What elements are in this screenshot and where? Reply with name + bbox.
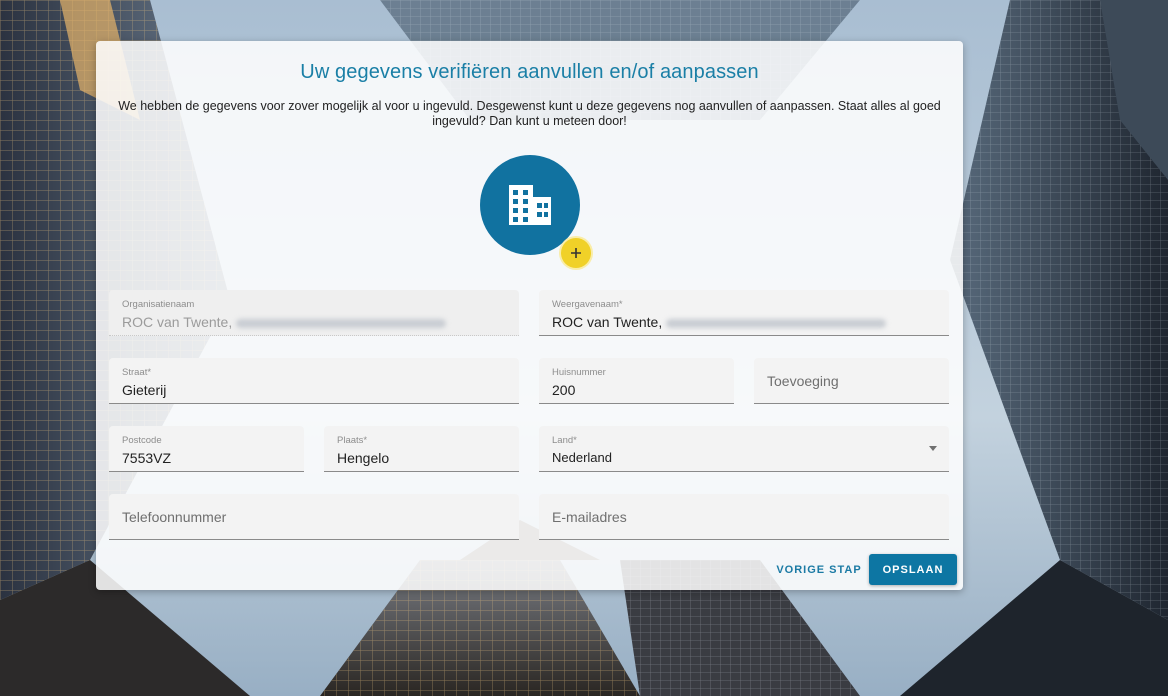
telefoonnummer-field[interactable]: Telefoonnummer [109, 494, 519, 540]
weergavenaam-field[interactable]: Weergavenaam* ROC van Twente, [539, 290, 949, 336]
redacted-text [666, 318, 887, 328]
intro-text: We hebben de gegevens voor zover mogelij… [118, 99, 941, 128]
organisatienaam-field: Organisatienaam ROC van Twente, [109, 290, 519, 336]
toevoeging-field[interactable]: Toevoeging [754, 358, 949, 404]
telefoonnummer-placeholder: Telefoonnummer [122, 509, 227, 525]
organisatienaam-value: ROC van Twente, [122, 314, 233, 330]
redacted-text [236, 318, 447, 328]
verification-card: Uw gegevens verifiëren aanvullen en/of a… [96, 41, 963, 590]
organisatienaam-label: Organisatienaam [122, 299, 195, 310]
plaats-value: Hengelo [337, 450, 390, 466]
organisatienaam-value-wrapper: ROC van Twente, [122, 314, 447, 330]
plaats-label: Plaats* [337, 435, 368, 446]
postcode-value: 7553VZ [122, 450, 172, 466]
save-button[interactable]: OPSLAAN [869, 554, 957, 585]
add-logo-button[interactable] [559, 236, 593, 270]
emailadres-placeholder: E-mailadres [552, 509, 627, 525]
plus-icon [571, 248, 581, 258]
straat-label: Straat* [122, 367, 152, 378]
page-title: Uw gegevens verifiëren aanvullen en/of a… [300, 61, 759, 83]
weergavenaam-value-wrapper: ROC van Twente, [552, 314, 887, 330]
straat-field[interactable]: Straat* Gieterij [109, 358, 519, 404]
land-label: Land* [552, 435, 577, 446]
land-select[interactable]: Land* Nederland [539, 426, 949, 472]
huisnummer-field[interactable]: Huisnummer 200 [539, 358, 734, 404]
weergavenaam-value: ROC van Twente, [552, 314, 663, 330]
postcode-label: Postcode [122, 435, 162, 446]
dropdown-arrow-icon [929, 446, 937, 451]
building-icon [509, 185, 551, 225]
huisnummer-value: 200 [552, 382, 576, 398]
huisnummer-label: Huisnummer [552, 367, 606, 378]
previous-step-button[interactable]: VORIGE STAP [773, 554, 865, 585]
postcode-field[interactable]: Postcode 7553VZ [109, 426, 304, 472]
toevoeging-placeholder: Toevoeging [767, 373, 839, 389]
plaats-field[interactable]: Plaats* Hengelo [324, 426, 519, 472]
land-value: Nederland [552, 450, 612, 465]
emailadres-field[interactable]: E-mailadres [539, 494, 949, 540]
straat-value: Gieterij [122, 382, 167, 398]
weergavenaam-label: Weergavenaam* [552, 299, 623, 310]
